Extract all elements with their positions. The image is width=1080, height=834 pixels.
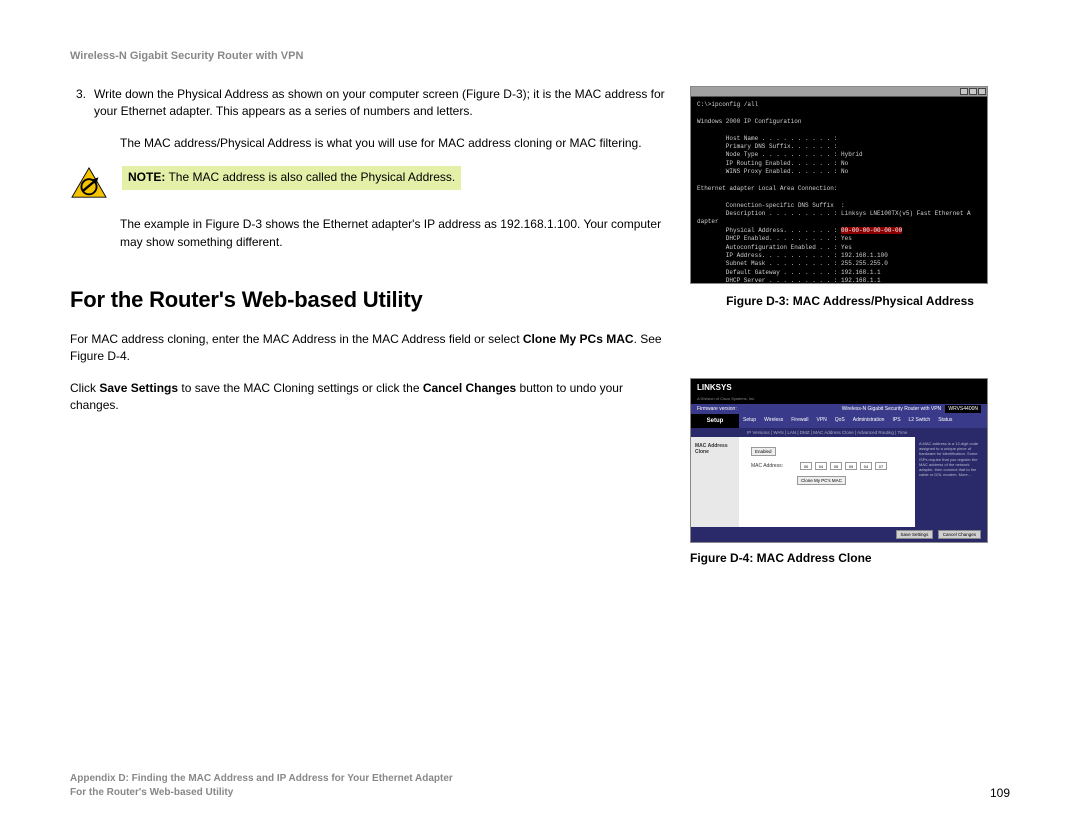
linksys-mac-octet: 07 xyxy=(875,462,887,470)
section-heading: For the Router's Web-based Utility xyxy=(70,287,670,313)
terminal-line: Ethernet adapter Local Area Connection: xyxy=(697,185,837,192)
maximize-icon xyxy=(969,88,977,95)
terminal-line: IP Address. . . . . . . . . . : 192.168.… xyxy=(697,252,888,259)
linksys-mac-octet: 00 xyxy=(800,462,812,470)
footer-section: For the Router's Web-based Utility xyxy=(70,786,453,800)
minimize-icon xyxy=(960,88,968,95)
linksys-enabled-dropdown: Enabled xyxy=(751,447,776,456)
terminal-line: dapter xyxy=(697,218,719,225)
linksys-mac-label: MAC Address: xyxy=(751,463,797,469)
step-number: 3. xyxy=(70,86,86,121)
figure-d4-screenshot: LINKSYS A Division of Cisco Systems, Inc… xyxy=(690,378,988,543)
terminal-line: DHCP Enabled. . . . . . . . . : Yes xyxy=(697,235,852,242)
linksys-fw: Firmware version: xyxy=(697,406,737,412)
terminal-line: Host Name . . . . . . . . . . : xyxy=(697,135,837,142)
linksys-tab: Firewall xyxy=(787,414,812,428)
linksys-mac-octet: 04 xyxy=(860,462,872,470)
page-footer: Appendix D: Finding the MAC Address and … xyxy=(70,772,1010,800)
linksys-side-label: MAC Address Clone xyxy=(691,437,739,527)
linksys-tab: VPN xyxy=(812,414,830,428)
linksys-clone-button: Clone My PC's MAC xyxy=(797,476,846,485)
linksys-mac-octet: 09 xyxy=(845,462,857,470)
page-number: 109 xyxy=(990,786,1010,800)
terminal-line: Autoconfiguration Enabled . . : Yes xyxy=(697,244,852,251)
note-callout: NOTE: The MAC address is also called the… xyxy=(122,166,461,190)
linksys-product: Wireless-N Gigabit Security Router with … xyxy=(842,406,941,412)
figure-d3-caption: Figure D-3: MAC Address/Physical Address xyxy=(690,294,1010,308)
doc-header: Wireless-N Gigabit Security Router with … xyxy=(70,50,1010,62)
terminal-titlebar xyxy=(691,87,987,97)
terminal-line: C:\>ipconfig /all xyxy=(697,101,758,108)
linksys-mac-octet: 04 xyxy=(815,462,827,470)
step-3-line2: The MAC address/Physical Address is what… xyxy=(120,135,670,152)
para-save-settings: Click Save Settings to save the MAC Clon… xyxy=(70,380,670,415)
linksys-tab: L2 Switch xyxy=(905,414,935,428)
terminal-mac-highlight: 00-00-00-00-00-00 xyxy=(841,227,902,234)
linksys-help-panel: A MAC address is a 12-digit code assigne… xyxy=(915,437,987,527)
linksys-tab: IPS xyxy=(888,414,904,428)
linksys-cancel-button: Cancel Changes xyxy=(938,530,981,539)
linksys-product-bar: Firmware version: Wireless-N Gigabit Sec… xyxy=(691,404,987,414)
para-mac-cloning: For MAC address cloning, enter the MAC A… xyxy=(70,331,670,366)
figure-d3-terminal: C:\>ipconfig /all Windows 2000 IP Config… xyxy=(690,86,988,284)
terminal-line: DHCP Server . . . . . . . . . : 192.168.… xyxy=(697,277,881,284)
terminal-line: Subnet Mask . . . . . . . . . : 255.255.… xyxy=(697,260,888,267)
linksys-section-label: Setup xyxy=(691,414,739,428)
text: For MAC address cloning, enter the MAC A… xyxy=(70,332,523,346)
figure-d4-caption: Figure D-4: MAC Address Clone xyxy=(690,551,1010,565)
bold-clone-my-pcs-mac: Clone My PCs MAC xyxy=(523,332,634,346)
terminal-line: Windows 2000 IP Configuration xyxy=(697,118,801,125)
linksys-tab: Administration xyxy=(849,414,889,428)
note-text: The MAC address is also called the Physi… xyxy=(165,170,455,184)
terminal-line: Physical Address. . . . . . . : xyxy=(697,227,841,234)
linksys-brand: LINKSYS xyxy=(691,379,987,396)
bold-cancel-changes: Cancel Changes xyxy=(423,381,516,395)
linksys-nav-tabs: Setup Setup Wireless Firewall VPN QoS Ad… xyxy=(691,414,987,428)
bold-save-settings: Save Settings xyxy=(99,381,178,395)
terminal-line: IP Routing Enabled. . . . . . : No xyxy=(697,160,848,167)
terminal-line: Node Type . . . . . . . . . . : Hybrid xyxy=(697,151,863,158)
footer-appendix: Appendix D: Finding the MAC Address and … xyxy=(70,772,453,786)
step-3: 3. Write down the Physical Address as sh… xyxy=(70,86,670,121)
terminal-line: Description . . . . . . . . . : Linksys … xyxy=(697,210,971,217)
linksys-tab: QoS xyxy=(831,414,849,428)
linksys-tab: Status xyxy=(934,414,956,428)
terminal-line: WINS Proxy Enabled. . . . . . : No xyxy=(697,168,848,175)
example-para: The example in Figure D-3 shows the Ethe… xyxy=(120,216,670,251)
linksys-mac-octet: 05 xyxy=(830,462,842,470)
linksys-tab: Wireless xyxy=(760,414,787,428)
linksys-model: WRVS4400N xyxy=(945,405,981,413)
text: Click xyxy=(70,381,99,395)
close-icon xyxy=(978,88,986,95)
note-icon xyxy=(70,166,108,200)
linksys-subbrand: A Division of Cisco Systems, Inc. xyxy=(691,396,987,404)
text: to save the MAC Cloning settings or clic… xyxy=(178,381,423,395)
terminal-line: Connection-specific DNS Suffix : xyxy=(697,202,845,209)
linksys-bottom-bar: Save Settings Cancel Changes xyxy=(691,527,987,542)
terminal-line: Primary DNS Suffix. . . . . . : xyxy=(697,143,837,150)
linksys-form: Enabled MAC Address: 00 04 05 09 04 07 xyxy=(739,437,915,527)
linksys-save-button: Save Settings xyxy=(896,530,934,539)
terminal-body: C:\>ipconfig /all Windows 2000 IP Config… xyxy=(691,97,987,284)
linksys-subtabs: IP Versions | WAN | LAN | DMZ | MAC Addr… xyxy=(691,428,987,437)
terminal-line: Default Gateway . . . . . . . : 192.168.… xyxy=(697,269,881,276)
note-label: NOTE: xyxy=(128,170,165,184)
step-3-line1: Write down the Physical Address as shown… xyxy=(94,86,670,121)
linksys-tab: Setup xyxy=(739,414,760,428)
